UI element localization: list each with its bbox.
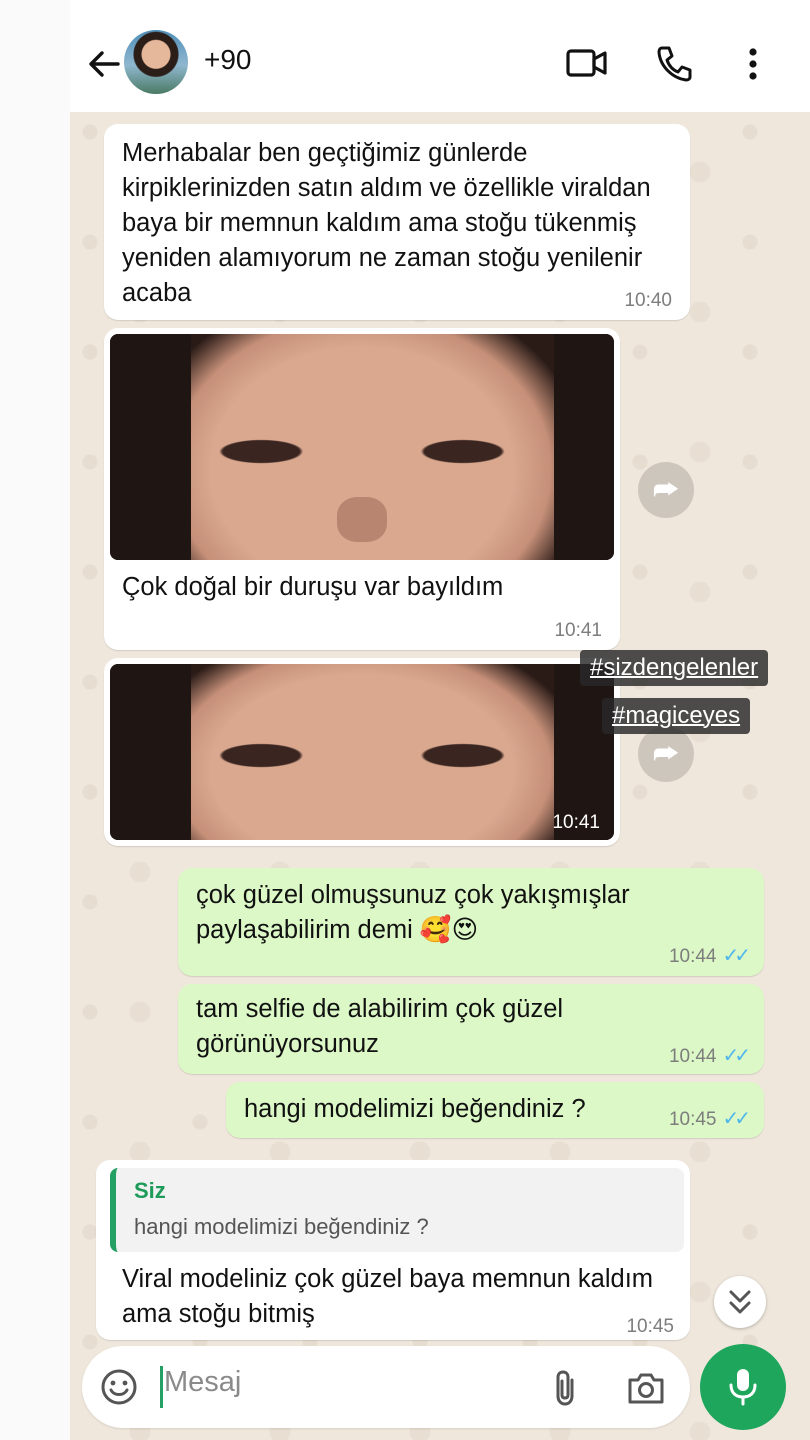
eyelash-photo[interactable] [110, 334, 614, 560]
message-outgoing[interactable]: çok güzel olmuşsunuz çok yakışmışlar pay… [178, 868, 764, 976]
message-outgoing[interactable]: hangi modelimizi beğendiniz ? 10:45 ✓✓ [226, 1082, 764, 1138]
message-text: hangi modelimizi beğendiniz ? [244, 1095, 586, 1123]
video-call-icon[interactable] [566, 44, 608, 82]
scroll-down-button[interactable] [714, 1276, 766, 1328]
read-ticks-icon: ✓✓ [722, 1045, 750, 1067]
quote-text: hangi modelimizi beğendiniz ? [134, 1214, 429, 1239]
text-cursor [160, 1366, 163, 1408]
message-text: tam selfie de alabilirim çok güzel görün… [196, 995, 564, 1058]
left-margin [0, 0, 70, 1440]
message-time: 10:44 [668, 946, 717, 967]
message-outgoing[interactable]: tam selfie de alabilirim çok güzel görün… [178, 984, 764, 1074]
quote-author: Siz [134, 1178, 166, 1203]
attach-icon[interactable] [552, 1368, 578, 1408]
message-incoming[interactable]: Merhabalar ben geçtiğimiz günlerde kirpi… [104, 124, 690, 320]
message-time: 10:44 [668, 1046, 717, 1067]
message-time: 10:41 [552, 812, 600, 833]
mic-button[interactable] [700, 1344, 786, 1430]
image-caption: Çok doğal bir duruşu var bayıldım [122, 573, 504, 601]
forward-icon[interactable]: ⮫ [638, 726, 694, 782]
message-time: 10:45 [626, 1316, 674, 1337]
message-input-bar[interactable]: Mesaj [82, 1346, 690, 1428]
mic-icon [729, 1369, 757, 1406]
emoji-icon[interactable] [100, 1368, 138, 1406]
hashtag-sticker: #sizdengelenler [580, 650, 769, 686]
hashtag-sticker: #magiceyes [602, 698, 751, 734]
chat-header: +90 [70, 0, 810, 112]
message-meta: 10:45 ✓✓ [668, 1106, 751, 1131]
forward-icon[interactable]: ⮫ [638, 462, 694, 518]
chevron-double-down-icon [729, 1290, 751, 1314]
read-ticks-icon: ✓✓ [722, 945, 750, 967]
message-input[interactable]: Mesaj [164, 1366, 241, 1399]
message-text: Merhabalar ben geçtiğimiz günlerde kirpi… [122, 139, 651, 307]
phone-call-icon[interactable] [656, 44, 692, 82]
message-time: 10:45 [668, 1109, 717, 1130]
message-text: çok güzel olmuşsunuz çok yakışmışlar pay… [196, 881, 630, 944]
avatar[interactable] [124, 30, 188, 94]
image-message[interactable]: 10:41 [104, 658, 620, 846]
message-time: 10:41 [554, 620, 602, 641]
quoted-message[interactable]: Siz hangi modelimizi beğendiniz ? [110, 1168, 684, 1252]
message-text: Viral modeliniz çok güzel baya memnun ka… [122, 1265, 654, 1328]
back-arrow-icon[interactable] [84, 44, 124, 84]
more-vert-icon[interactable] [740, 44, 766, 84]
reply-message[interactable]: Siz hangi modelimizi beğendiniz ? Viral … [96, 1160, 690, 1340]
eyelash-photo[interactable] [110, 664, 614, 840]
message-meta: 10:44 ✓✓ [668, 1043, 751, 1068]
message-meta: 10:44 ✓✓ [668, 943, 751, 968]
image-message[interactable]: Çok doğal bir duruşu var bayıldım 10:41 [104, 328, 620, 650]
message-time: 10:40 [624, 290, 672, 311]
read-ticks-icon: ✓✓ [722, 1108, 750, 1130]
contact-name[interactable]: +90 [204, 44, 252, 76]
camera-icon[interactable] [626, 1370, 666, 1406]
